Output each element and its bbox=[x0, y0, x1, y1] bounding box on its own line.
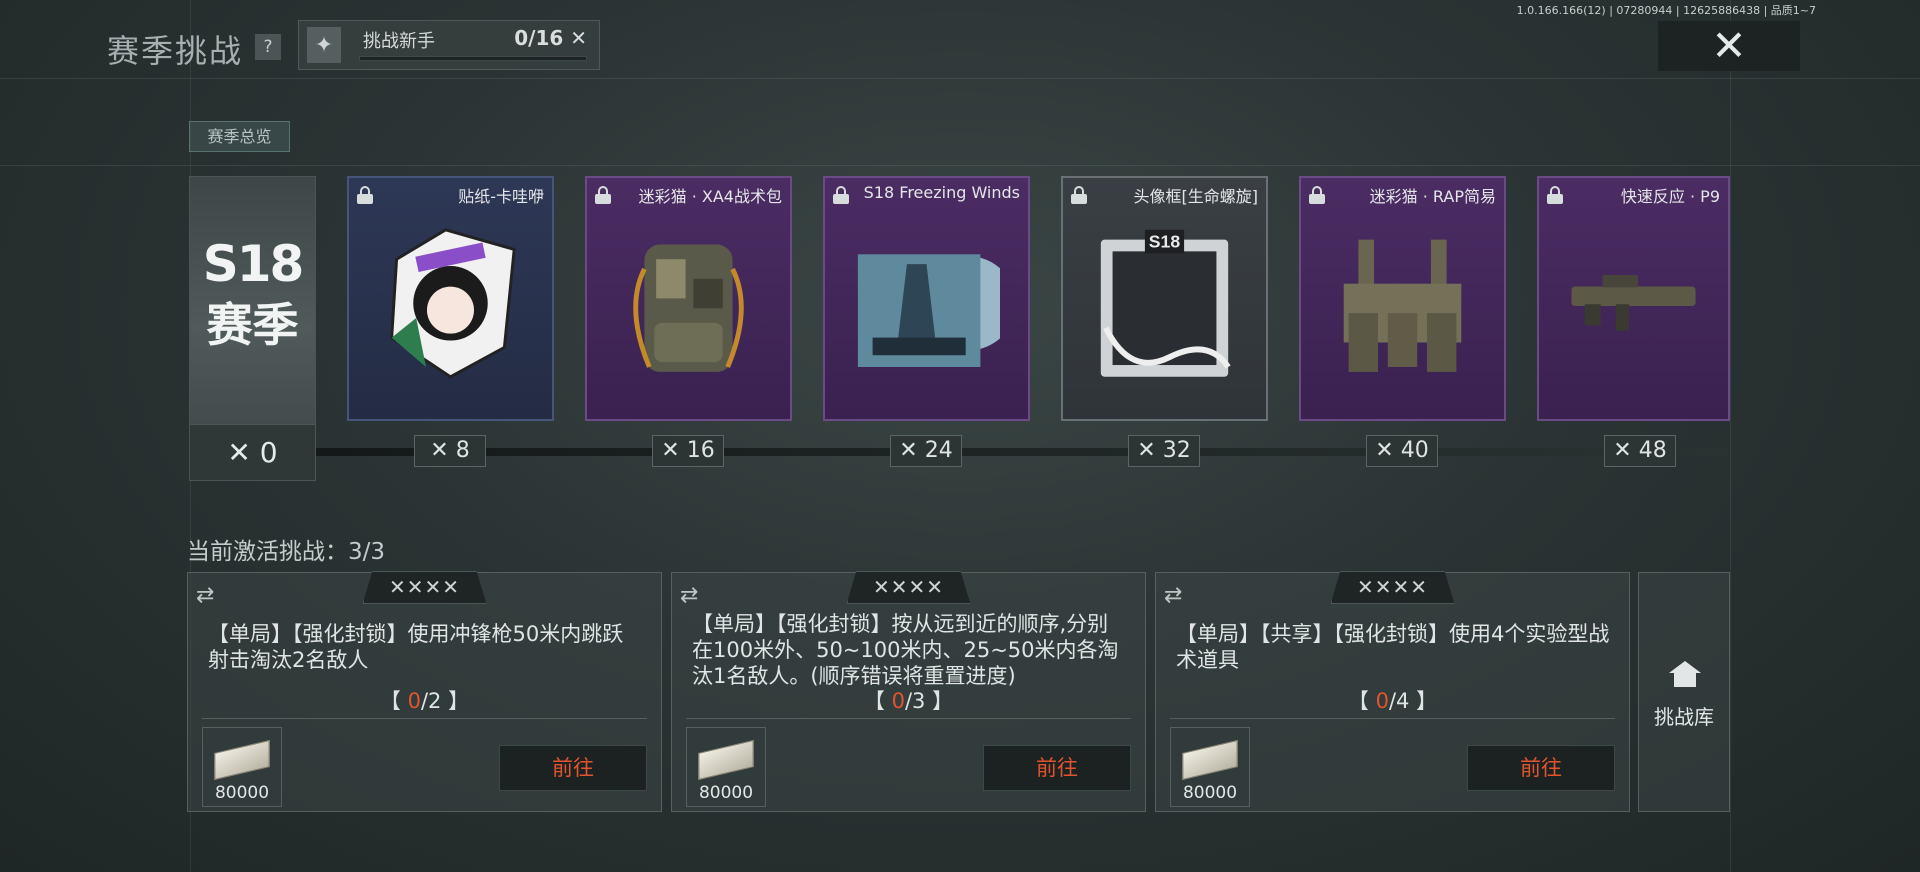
lock-icon bbox=[1547, 186, 1563, 204]
divider bbox=[202, 718, 647, 719]
season-start-tick: ✕ 0 bbox=[190, 424, 315, 480]
challenge-description: 【单局】【共享】【强化封锁】使用4个实验型战术道具 bbox=[1176, 622, 1610, 672]
rank-count: 0/16 ✕ bbox=[514, 26, 587, 50]
reward-tick-label: ✕ 8 bbox=[414, 435, 486, 467]
difficulty-stars: ✕✕✕✕ bbox=[846, 571, 971, 604]
version-info: 1.0.166.166(12) | 07280944 | 12625886438… bbox=[1516, 4, 1816, 17]
divider bbox=[686, 718, 1131, 719]
avatar-frame-icon: S18 bbox=[1100, 229, 1231, 377]
reward-card[interactable]: 迷彩猫 · RAP简易 bbox=[1299, 176, 1506, 421]
reward-track bbox=[316, 448, 1728, 456]
cash-icon bbox=[214, 739, 270, 781]
difficulty-stars: ✕✕✕✕ bbox=[1330, 571, 1455, 604]
reward-card[interactable]: 贴纸-卡哇咿 bbox=[347, 176, 554, 421]
challenge-description: 【单局】【强化封锁】使用冲锋枪50米内跳跃射击淘汰2名敌人 bbox=[208, 622, 624, 672]
reward-card[interactable]: S18 Freezing Winds bbox=[823, 176, 1030, 421]
cash-amount: 80000 bbox=[698, 783, 754, 803]
challenge-description: 【单局】【强化封锁】按从远到近的顺序,分别在100米外、50~100米内、25~… bbox=[692, 612, 1119, 688]
reward-tick-label: ✕ 24 bbox=[890, 435, 962, 467]
active-challenges-title: 当前激活挑战：3/3 bbox=[187, 539, 386, 565]
season-code: S18 bbox=[202, 235, 305, 293]
reward-name: S18 Freezing Winds bbox=[863, 183, 1020, 202]
svg-text:S18: S18 bbox=[1149, 231, 1181, 251]
progress-total: /4 bbox=[1388, 689, 1410, 713]
swap-icon[interactable]: ⇄ bbox=[196, 583, 214, 608]
rank-name: 挑战新手 bbox=[363, 31, 435, 52]
lock-icon bbox=[1071, 186, 1087, 204]
difficulty-stars: ✕✕✕✕ bbox=[362, 571, 487, 604]
album-icon bbox=[857, 254, 1000, 367]
divider bbox=[1170, 718, 1615, 719]
reward-tick-label: ✕ 32 bbox=[1128, 435, 1200, 467]
progress-current: 0 bbox=[407, 689, 421, 713]
progress-current: 0 bbox=[1375, 689, 1389, 713]
cash-amount: 80000 bbox=[1182, 783, 1238, 803]
progress-total: /2 bbox=[420, 689, 442, 713]
cash-reward: 80000 bbox=[1170, 727, 1250, 807]
cash-reward: 80000 bbox=[202, 727, 282, 807]
tab-season-overview[interactable]: 赛季总览 bbox=[189, 121, 290, 152]
help-button[interactable]: ? bbox=[255, 34, 281, 60]
cash-amount: 80000 bbox=[214, 783, 270, 803]
home-icon bbox=[1669, 661, 1701, 687]
reward-tick-label: ✕ 48 bbox=[1604, 435, 1676, 467]
lock-icon bbox=[357, 186, 373, 204]
reward-name: 头像框[生命螺旋] bbox=[1133, 187, 1259, 206]
go-button[interactable]: 前往 bbox=[983, 745, 1131, 791]
season-word: 赛季 bbox=[206, 298, 299, 352]
challenge-progress: 【 0/3 】 bbox=[863, 689, 954, 713]
reward-name: 迷彩猫 · RAP简易 bbox=[1369, 187, 1496, 206]
rank-emblem-icon: ✦ bbox=[307, 27, 341, 63]
go-button[interactable]: 前往 bbox=[1467, 745, 1615, 791]
challenge-card: ⇄ ✕✕✕✕ 【单局】【强化封锁】按从远到近的顺序,分别在100米外、50~10… bbox=[671, 571, 1146, 812]
swap-icon[interactable]: ⇄ bbox=[1164, 583, 1182, 608]
rank-progress-bar bbox=[359, 56, 587, 61]
challenge-card: ⇄ ✕✕✕✕ 【单局】【共享】【强化封锁】使用4个实验型战术道具 【 0/4 】… bbox=[1155, 571, 1630, 812]
reward-tick-label: ✕ 40 bbox=[1366, 435, 1438, 467]
challenge-library-button[interactable]: 挑战库 bbox=[1638, 572, 1730, 812]
gun-icon bbox=[1571, 274, 1696, 331]
page-title: 赛季挑战 bbox=[107, 32, 244, 70]
vest-icon bbox=[1343, 239, 1462, 372]
reward-card[interactable]: 头像框[生命螺旋] S18 bbox=[1061, 176, 1268, 421]
backpack-icon bbox=[633, 244, 744, 372]
challenge-progress: 【 0/4 】 bbox=[1347, 689, 1438, 713]
close-button[interactable]: ✕ bbox=[1658, 21, 1800, 71]
reward-name: 贴纸-卡哇咿 bbox=[458, 187, 544, 206]
lock-icon bbox=[595, 186, 611, 204]
progress-total: /3 bbox=[904, 689, 926, 713]
season-card: S18 赛季 ✕ 0 bbox=[189, 176, 316, 481]
reward-card[interactable]: 快速反应 · P9 bbox=[1537, 176, 1730, 421]
swap-icon[interactable]: ⇄ bbox=[680, 583, 698, 608]
challenge-card: ⇄ ✕✕✕✕ 【单局】【强化封锁】使用冲锋枪50米内跳跃射击淘汰2名敌人 【 0… bbox=[187, 571, 662, 812]
challenge-library-label: 挑战库 bbox=[1654, 705, 1714, 729]
cash-icon bbox=[1182, 739, 1238, 781]
reward-name: 快速反应 · P9 bbox=[1620, 187, 1720, 206]
cash-reward: 80000 bbox=[686, 727, 766, 807]
reward-card[interactable]: 迷彩猫 · XA4战术包 bbox=[585, 176, 792, 421]
go-button[interactable]: 前往 bbox=[499, 745, 647, 791]
rank-progress-box[interactable]: ✦ 挑战新手 0/16 ✕ bbox=[298, 20, 600, 70]
sticker-icon bbox=[390, 228, 516, 379]
lock-icon bbox=[833, 186, 849, 204]
progress-current: 0 bbox=[891, 689, 905, 713]
reward-name: 迷彩猫 · XA4战术包 bbox=[638, 187, 782, 206]
challenge-progress: 【 0/2 】 bbox=[379, 689, 470, 713]
lock-icon bbox=[1309, 186, 1325, 204]
cash-icon bbox=[698, 739, 754, 781]
reward-tick-label: ✕ 16 bbox=[652, 435, 724, 467]
